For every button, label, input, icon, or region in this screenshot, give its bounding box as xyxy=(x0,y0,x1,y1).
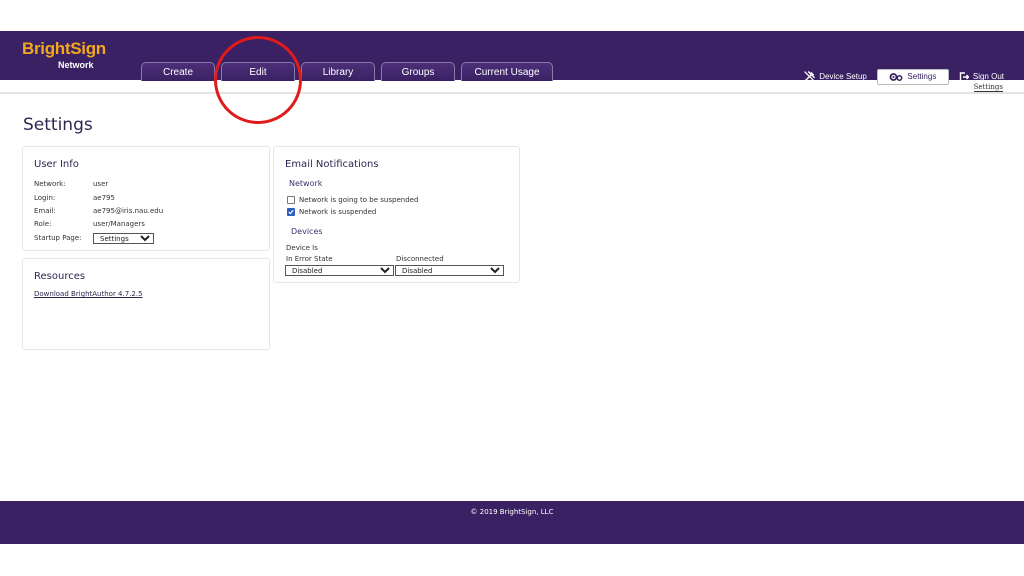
logo-brand-text: BrightSign xyxy=(22,39,106,58)
tab-library[interactable]: Library xyxy=(301,62,375,81)
subnav-settings-link[interactable]: Settings xyxy=(973,83,1003,92)
page-title: Settings xyxy=(23,115,93,135)
copyright-text: © 2019 BrightSign, LLC xyxy=(470,508,554,516)
footer: © 2019 BrightSign, LLC xyxy=(0,501,1024,544)
network-going-suspended-option[interactable]: Network is going to be suspended xyxy=(287,196,418,204)
error-state-select[interactable]: Disabled xyxy=(285,265,394,276)
network-suspended-label: Network is suspended xyxy=(299,208,377,216)
tab-create[interactable]: Create xyxy=(141,62,215,81)
checkbox-checked-icon[interactable] xyxy=(287,208,295,216)
main-tabs: Create Edit Library Groups Current Usage xyxy=(141,62,553,81)
logo-sub-text: Network xyxy=(58,60,94,70)
download-brightauthor-link[interactable]: Download BrightAuthor 4.7.2.5 xyxy=(34,290,143,298)
role-label: Role: xyxy=(34,220,52,228)
network-heading: Network xyxy=(289,179,323,188)
login-label: Login: xyxy=(34,194,56,202)
role-value: user/Managers xyxy=(93,220,145,228)
checkmark-icon xyxy=(288,209,294,215)
brightsign-logo[interactable]: BrightSign Network xyxy=(22,39,112,70)
disconnected-select[interactable]: Disabled xyxy=(395,265,504,276)
network-suspended-option[interactable]: Network is suspended xyxy=(287,208,376,216)
email-notifications-title: Email Notifications xyxy=(285,159,379,170)
tab-groups[interactable]: Groups xyxy=(381,62,455,81)
disconnected-label: Disconnected xyxy=(396,255,444,263)
in-error-state-label: In Error State xyxy=(286,255,333,263)
sub-navigation: Settings xyxy=(0,80,1024,94)
tab-edit[interactable]: Edit xyxy=(221,62,295,81)
network-label: Network: xyxy=(34,180,66,188)
devices-heading: Devices xyxy=(291,227,323,236)
email-notifications-panel: Email Notifications Network Network is g… xyxy=(273,146,520,283)
network-value: user xyxy=(93,180,109,188)
email-label: Email: xyxy=(34,207,56,215)
startup-page-label: Startup Page: xyxy=(34,234,82,242)
tab-current-usage[interactable]: Current Usage xyxy=(461,62,553,81)
startup-page-select[interactable]: Settings xyxy=(93,233,154,244)
checkbox-unchecked-icon[interactable] xyxy=(287,196,295,204)
email-value: ae795@iris.nau.edu xyxy=(93,207,164,215)
login-value: ae795 xyxy=(93,194,115,202)
user-info-panel: User Info Network: user Login: ae795 Ema… xyxy=(22,146,270,251)
resources-title: Resources xyxy=(34,271,86,282)
network-going-suspended-label: Network is going to be suspended xyxy=(299,196,419,204)
user-info-title: User Info xyxy=(34,159,79,170)
resources-panel: Resources Download BrightAuthor 4.7.2.5 xyxy=(22,258,270,350)
device-is-label: Device Is xyxy=(286,244,318,252)
